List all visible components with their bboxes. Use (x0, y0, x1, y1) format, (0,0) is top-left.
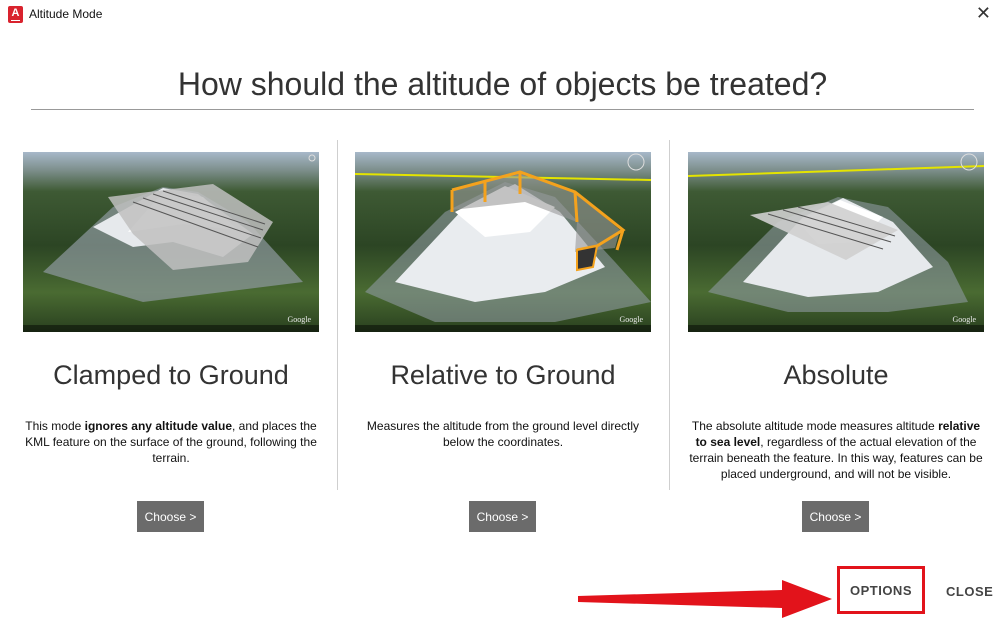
choose-clamped-button[interactable]: Choose > (137, 501, 204, 532)
title-bar: A Altitude Mode ✕ (0, 0, 1005, 30)
panel-title: Clamped to Ground (53, 360, 289, 390)
close-button[interactable]: CLOSE (940, 577, 998, 605)
red-arrow-annotation-icon (578, 580, 832, 618)
imagery-attribution-bar (355, 325, 651, 332)
panel-description: The absolute altitude mode measures alti… (689, 419, 983, 481)
window-title: Altitude Mode (29, 7, 103, 21)
terrain-preview-image-relative: Google (355, 152, 651, 332)
terrain-illustration (355, 153, 651, 322)
terrain-illustration (688, 153, 984, 312)
options-button[interactable]: OPTIONS (837, 566, 925, 614)
map-provider-logo: Google (619, 315, 643, 324)
panel-description: Measures the altitude from the ground le… (366, 419, 640, 449)
panel-title: Absolute (783, 360, 889, 390)
panel-title: Relative to Ground (390, 360, 616, 390)
app-logo-icon: A (8, 6, 23, 23)
terrain-preview-image-absolute: Google (688, 152, 984, 332)
heading-divider (31, 109, 974, 110)
page-title: How should the altitude of objects be tr… (177, 66, 828, 102)
choose-absolute-button[interactable]: Choose > (802, 501, 869, 532)
terrain-preview-image-clamped: Google (23, 152, 319, 332)
panel-relative-to-ground: Google Relative to Ground Measures the a… (355, 152, 651, 450)
terrain-illustration (43, 154, 316, 302)
panel-description: This mode ignores any altitude value, an… (25, 419, 317, 465)
panel-clamped-to-ground: Google Clamped to Ground This mode ignor… (23, 152, 319, 466)
choose-relative-button[interactable]: Choose > (469, 501, 536, 532)
imagery-attribution-bar (23, 325, 319, 332)
column-divider (337, 140, 338, 490)
column-divider (669, 140, 670, 490)
window-close-icon[interactable]: ✕ (976, 3, 991, 23)
panel-absolute: Google Absolute The absolute altitude mo… (688, 152, 984, 482)
imagery-attribution-bar (688, 325, 984, 332)
map-provider-logo: Google (287, 315, 311, 324)
map-provider-logo: Google (952, 315, 976, 324)
